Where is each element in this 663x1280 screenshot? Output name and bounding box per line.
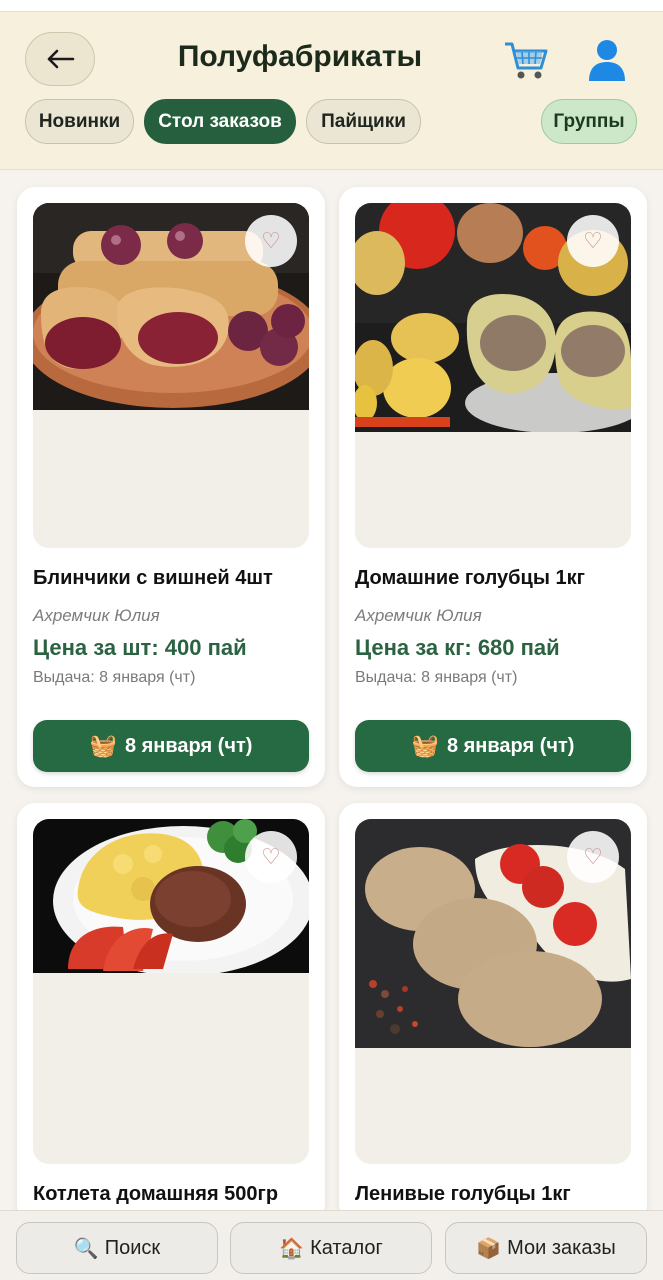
nav-catalog-label: Каталог	[310, 1236, 383, 1259]
favorite-heart-icon[interactable]: ♡	[245, 831, 297, 883]
back-button[interactable]	[25, 32, 95, 86]
nav-search-label: Поиск	[104, 1236, 161, 1259]
product-image-area: ♡	[355, 203, 631, 548]
order-button[interactable]: 🧺 8 января (чт)	[33, 720, 309, 772]
product-price: Цена за шт: 400 пай	[33, 635, 247, 660]
product-name: Блинчики с вишней 4шт	[33, 567, 273, 589]
nav-my-orders-label: Мои заказы	[507, 1236, 616, 1259]
user-icon[interactable]	[586, 38, 628, 82]
product-name: Домашние голубцы 1кг	[355, 567, 585, 589]
basket-icon: 🧺	[89, 733, 117, 758]
product-image-area: ♡	[355, 819, 631, 1164]
basket-icon: 🧺	[411, 733, 439, 758]
package-icon: 📦	[476, 1237, 502, 1260]
nav-search-button[interactable]: 🔍 Поиск	[16, 1222, 218, 1274]
product-card[interactable]: ♡ Ленивые голубцы 1кг	[339, 803, 647, 1223]
page-title: Полуфабрикаты	[177, 40, 423, 73]
nav-my-orders-button[interactable]: 📦 Мои заказы	[445, 1222, 647, 1274]
product-issue-date: Выдача: 8 января (чт)	[355, 669, 518, 686]
product-issue-date: Выдача: 8 января (чт)	[33, 669, 196, 686]
order-button-label: 8 января (чт)	[124, 734, 253, 757]
order-button[interactable]: 🧺 8 января (чт)	[355, 720, 631, 772]
home-icon: 🏠	[279, 1237, 305, 1260]
product-name: Ленивые голубцы 1кг	[355, 1183, 571, 1205]
product-seller: Ахремчик Юлия	[33, 606, 160, 625]
app-header: Полуфабрикаты Новинки Стол заказов Пайщи…	[0, 12, 663, 170]
status-strip	[0, 0, 663, 12]
product-seller: Ахремчик Юлия	[355, 606, 482, 625]
filter-chip-groups[interactable]: Группы	[541, 99, 637, 144]
favorite-heart-icon[interactable]: ♡	[567, 215, 619, 267]
product-card[interactable]: ♡ Блинчики с вишней 4шт Ахремчик Юлия Це…	[17, 187, 325, 787]
product-image-area: ♡	[33, 819, 309, 1164]
product-image-area: ♡	[33, 203, 309, 548]
product-price: Цена за кг: 680 пай	[355, 635, 560, 660]
product-card[interactable]: ♡ Котлета домашняя 500гр	[17, 803, 325, 1223]
shopping-cart-icon[interactable]	[503, 38, 549, 82]
filter-chip-shareholders[interactable]: Пайщики	[306, 99, 421, 144]
arrow-left-icon	[47, 49, 75, 69]
bottom-navigation: 🔍 Поиск 🏠 Каталог 📦 Мои заказы	[0, 1210, 663, 1280]
favorite-heart-icon[interactable]: ♡	[245, 215, 297, 267]
product-name: Котлета домашняя 500гр	[33, 1183, 279, 1205]
filter-chip-new[interactable]: Новинки	[25, 99, 134, 144]
favorite-heart-icon[interactable]: ♡	[567, 831, 619, 883]
nav-catalog-button[interactable]: 🏠 Каталог	[230, 1222, 432, 1274]
filter-chip-order-table[interactable]: Стол заказов	[144, 99, 296, 144]
product-card[interactable]: ♡ Домашние голубцы 1кг Ахремчик Юлия Цен…	[339, 187, 647, 787]
search-icon: 🔍	[73, 1237, 99, 1260]
order-button-label: 8 января (чт)	[446, 734, 575, 757]
